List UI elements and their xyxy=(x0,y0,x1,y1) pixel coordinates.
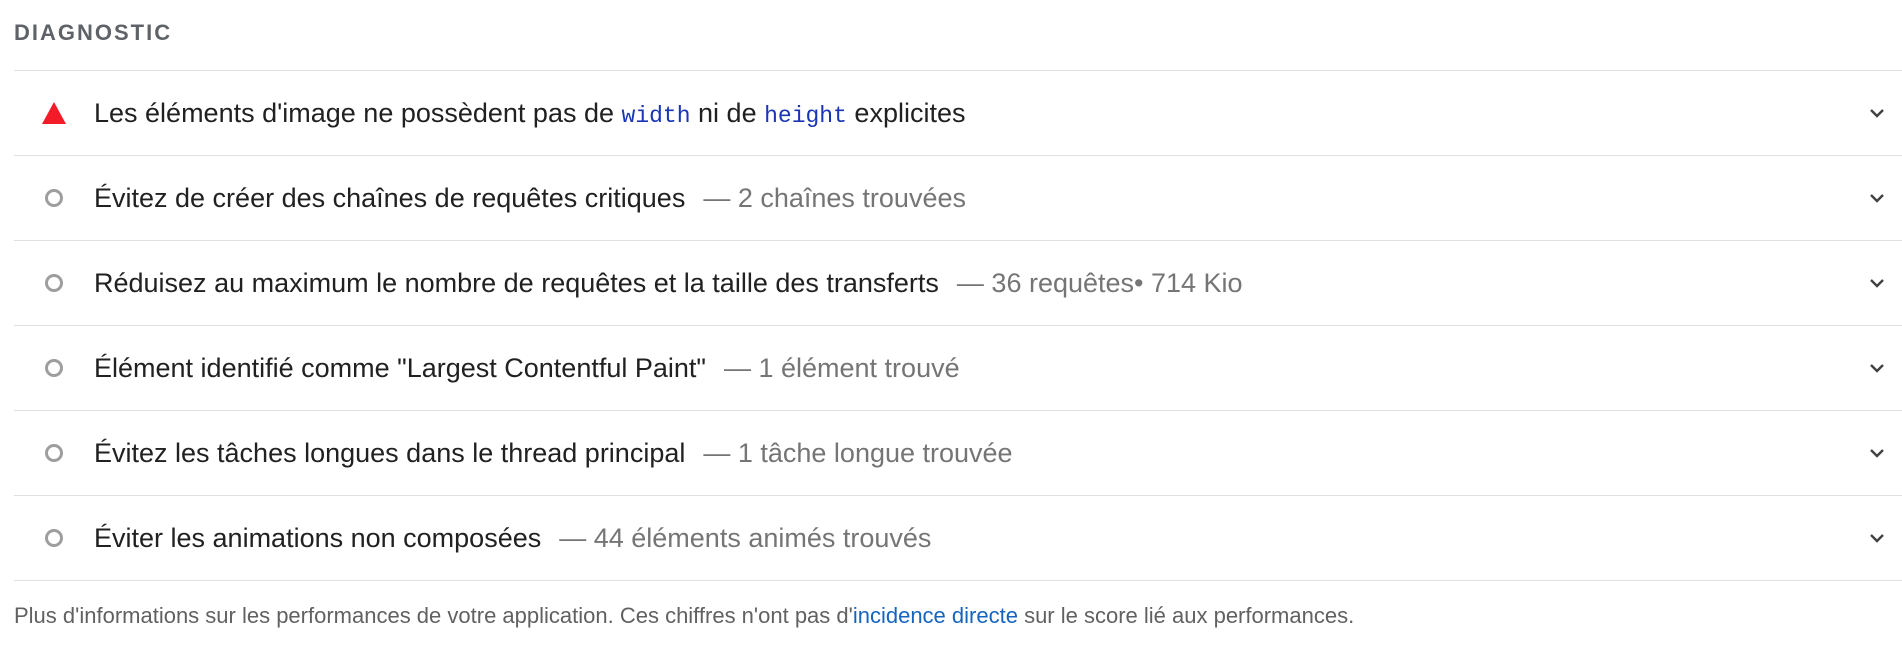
chevron-down-icon[interactable] xyxy=(1866,442,1888,464)
audit-value: — 2 chaînes trouvées xyxy=(703,182,966,213)
audit-item-critical-request-chains[interactable]: Évitez de créer des chaînes de requêtes … xyxy=(14,156,1902,241)
audit-value: — 1 élément trouvé xyxy=(723,352,960,383)
audit-title: Éviter les animations non composées xyxy=(94,522,542,553)
chevron-down-icon[interactable] xyxy=(1866,272,1888,294)
audit-title: Les éléments d'image ne possèdent pas de… xyxy=(94,97,966,129)
incidence-directe-link[interactable]: incidence directe xyxy=(853,603,1018,628)
circle-outline-icon xyxy=(45,274,63,292)
audit-title: Réduisez au maximum le nombre de requête… xyxy=(94,267,939,298)
circle-outline-icon xyxy=(45,189,63,207)
diagnostic-footer-note: Plus d'informations sur les performances… xyxy=(14,603,1355,628)
audit-title: Évitez les tâches longues dans le thread… xyxy=(94,437,686,468)
code-height: height xyxy=(764,102,847,129)
audit-title: Évitez de créer des chaînes de requêtes … xyxy=(94,182,686,213)
audit-value: — 44 éléments animés trouvés xyxy=(559,522,932,553)
audit-item-resource-summary[interactable]: Réduisez au maximum le nombre de requête… xyxy=(14,241,1902,326)
chevron-down-icon[interactable] xyxy=(1866,102,1888,124)
triangle-warning-icon xyxy=(42,102,66,124)
audit-item-lcp-element[interactable]: Élément identifié comme "Largest Content… xyxy=(14,326,1902,411)
chevron-down-icon[interactable] xyxy=(1866,527,1888,549)
circle-outline-icon xyxy=(45,529,63,547)
circle-outline-icon xyxy=(45,359,63,377)
audit-item-unsized-images[interactable]: Les éléments d'image ne possèdent pas de… xyxy=(14,71,1902,156)
audit-value: — 36 requêtes• 714 Kio xyxy=(956,267,1243,298)
circle-outline-icon xyxy=(45,444,63,462)
section-heading: DIAGNOSTIC xyxy=(14,0,1902,71)
code-width: width xyxy=(621,102,691,129)
audit-value: — 1 tâche longue trouvée xyxy=(703,437,1013,468)
diagnostic-section: DIAGNOSTIC Les éléments d'image ne possè… xyxy=(14,0,1902,629)
audit-title: Élément identifié comme "Largest Content… xyxy=(94,352,706,383)
audit-item-non-composited-animations[interactable]: Éviter les animations non composées — 44… xyxy=(14,496,1902,581)
chevron-down-icon[interactable] xyxy=(1866,357,1888,379)
audit-item-long-tasks[interactable]: Évitez les tâches longues dans le thread… xyxy=(14,411,1902,496)
chevron-down-icon[interactable] xyxy=(1866,187,1888,209)
